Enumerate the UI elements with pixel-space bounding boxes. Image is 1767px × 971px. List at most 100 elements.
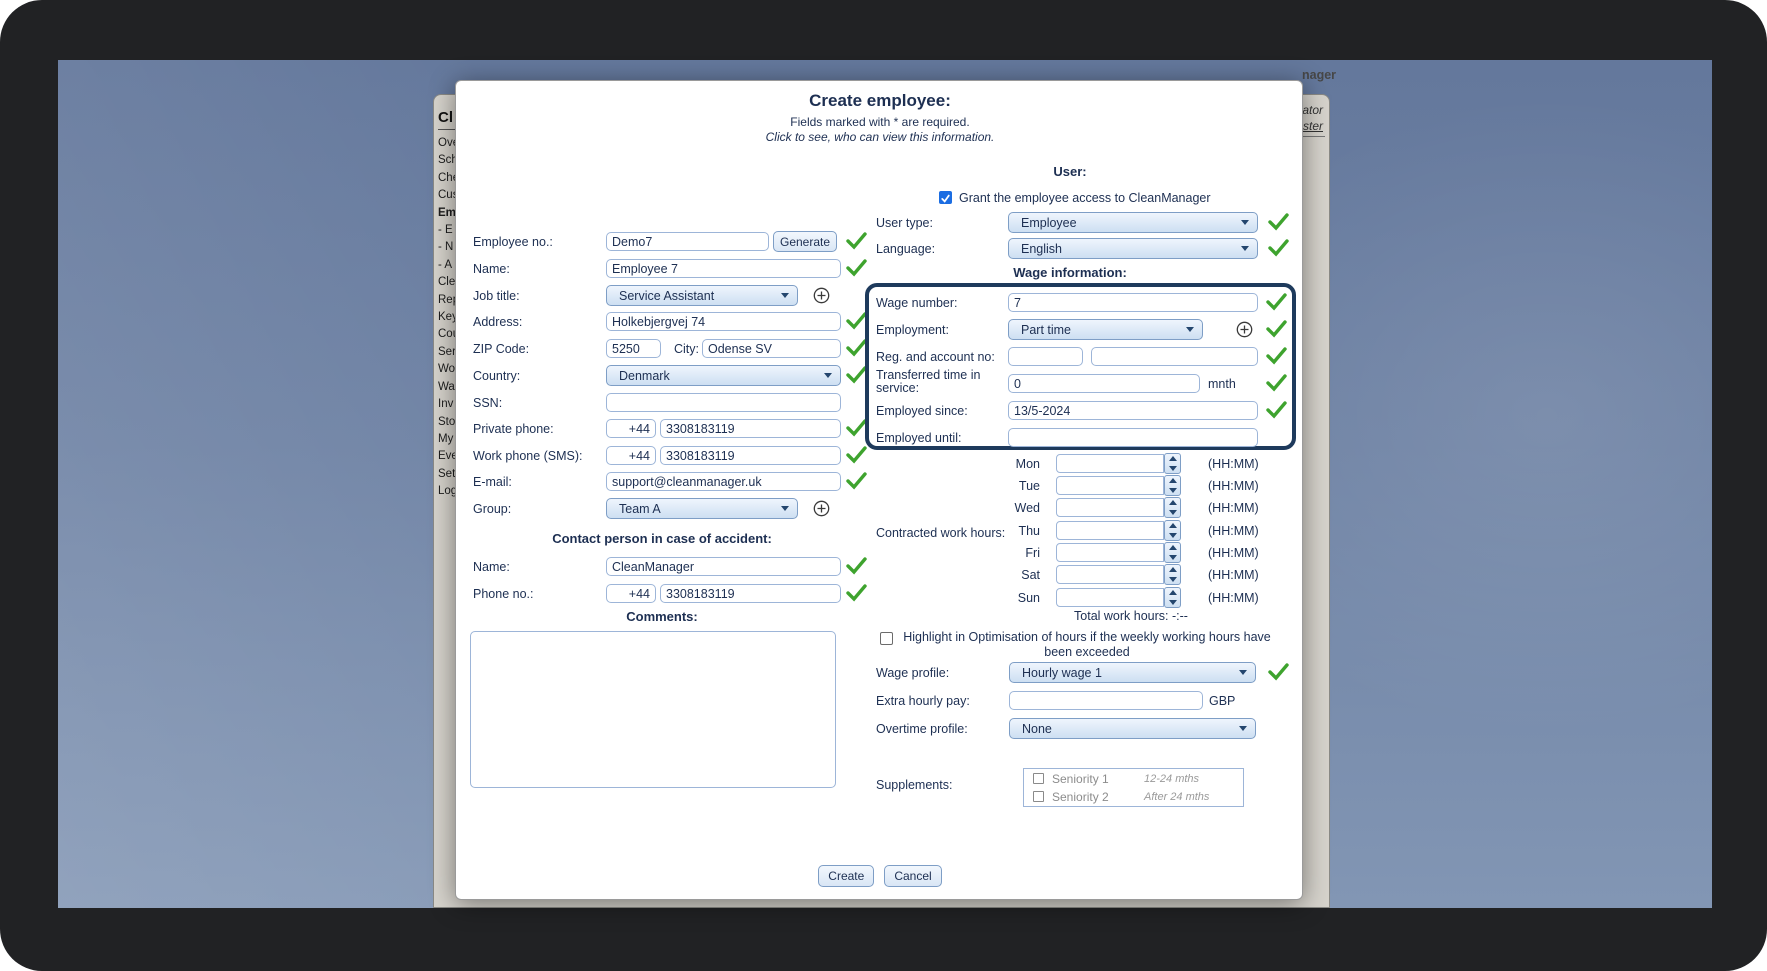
private-phone-input[interactable] xyxy=(660,419,841,438)
highlight-optimisation-checkbox[interactable] xyxy=(880,632,893,645)
job-title-value: Service Assistant xyxy=(619,288,715,303)
account-no-input[interactable] xyxy=(1091,347,1258,366)
step-up-icon[interactable] xyxy=(1168,456,1177,462)
hours-stepper-mon[interactable] xyxy=(1164,453,1181,474)
step-down-icon[interactable] xyxy=(1168,509,1177,515)
chevron-down-icon xyxy=(1186,327,1194,332)
seniority-1-label: Seniority 1 xyxy=(1052,772,1109,786)
private-phone-label: Private phone: xyxy=(473,422,554,436)
day-label-sun: Sun xyxy=(1017,591,1040,605)
hours-input-mon[interactable] xyxy=(1056,454,1164,473)
seniority-1-checkbox[interactable] xyxy=(1033,773,1044,784)
job-title-label: Job title: xyxy=(473,289,520,303)
zip-code-input[interactable] xyxy=(606,339,661,358)
work-phone-prefix-input[interactable] xyxy=(606,446,656,465)
step-down-icon[interactable] xyxy=(1168,487,1177,493)
format-hint: (HH:MM) xyxy=(1208,479,1259,493)
chevron-down-icon xyxy=(1241,246,1249,251)
address-input[interactable] xyxy=(606,312,841,331)
account-link-fragment[interactable]: ster xyxy=(1303,119,1323,133)
day-label-tue: Tue xyxy=(1018,479,1040,493)
hours-input-sat[interactable] xyxy=(1056,565,1164,584)
create-button[interactable]: Create xyxy=(818,865,875,887)
hours-stepper-sat[interactable] xyxy=(1164,564,1181,585)
day-label-thu: Thu xyxy=(1018,524,1040,538)
add-job-title-icon[interactable] xyxy=(813,287,830,304)
user-type-value: Employee xyxy=(1021,215,1077,230)
step-up-icon[interactable] xyxy=(1168,590,1177,596)
name-input[interactable] xyxy=(606,259,841,278)
generate-button[interactable]: Generate xyxy=(773,231,837,252)
overtime-profile-dropdown[interactable]: None xyxy=(1009,718,1256,739)
user-type-dropdown[interactable]: Employee xyxy=(1008,212,1258,233)
valid-check-icon xyxy=(1266,374,1288,392)
step-up-icon[interactable] xyxy=(1168,500,1177,506)
step-down-icon[interactable] xyxy=(1168,532,1177,538)
email-input[interactable] xyxy=(606,472,841,491)
email-label: E-mail: xyxy=(473,475,512,489)
hours-input-tue[interactable] xyxy=(1056,476,1164,495)
hours-stepper-fri[interactable] xyxy=(1164,542,1181,563)
seniority-2-checkbox[interactable] xyxy=(1033,791,1044,802)
step-up-icon[interactable] xyxy=(1168,545,1177,551)
reg-no-input[interactable] xyxy=(1008,347,1083,366)
overtime-profile-label: Overtime profile: xyxy=(876,722,968,736)
step-up-icon[interactable] xyxy=(1168,523,1177,529)
hours-input-wed[interactable] xyxy=(1056,498,1164,517)
hours-stepper-thu[interactable] xyxy=(1164,520,1181,541)
hours-stepper-wed[interactable] xyxy=(1164,497,1181,518)
wage-profile-dropdown[interactable]: Hourly wage 1 xyxy=(1009,662,1256,683)
step-up-icon[interactable] xyxy=(1168,478,1177,484)
step-down-icon[interactable] xyxy=(1168,599,1177,605)
create-employee-modal: Create employee: Fields marked with * ar… xyxy=(455,80,1303,900)
day-label-mon: Mon xyxy=(1015,457,1040,471)
step-down-icon[interactable] xyxy=(1168,576,1177,582)
job-title-dropdown[interactable]: Service Assistant xyxy=(606,285,798,306)
add-group-icon[interactable] xyxy=(813,500,830,517)
transferred-time-unit: mnth xyxy=(1208,377,1236,391)
contact-phone-input[interactable] xyxy=(660,584,841,603)
hours-input-thu[interactable] xyxy=(1056,521,1164,540)
employment-dropdown[interactable]: Part time xyxy=(1008,319,1203,340)
private-phone-prefix-input[interactable] xyxy=(606,419,656,438)
work-phone-input[interactable] xyxy=(660,446,841,465)
role-text-fragment: ator xyxy=(1302,103,1323,117)
ssn-label: SSN: xyxy=(473,396,503,410)
employed-until-input[interactable] xyxy=(1008,428,1258,447)
city-input[interactable] xyxy=(702,339,841,358)
group-dropdown[interactable]: Team A xyxy=(606,498,798,519)
ssn-input[interactable] xyxy=(606,393,841,412)
comments-header: Comments: xyxy=(626,609,698,624)
grant-access-checkbox[interactable] xyxy=(939,191,952,204)
employed-since-input[interactable] xyxy=(1008,401,1258,420)
language-dropdown[interactable]: English xyxy=(1008,238,1258,259)
contracted-hours-label: Contracted work hours: xyxy=(876,526,1006,540)
extra-hourly-pay-label: Extra hourly pay: xyxy=(876,694,970,708)
extra-hourly-pay-input[interactable] xyxy=(1009,691,1203,710)
city-label: City: xyxy=(674,342,699,356)
valid-check-icon xyxy=(846,312,868,330)
country-dropdown[interactable]: Denmark xyxy=(606,365,841,386)
step-down-icon[interactable] xyxy=(1168,554,1177,560)
currency-label: GBP xyxy=(1209,694,1236,708)
employed-until-label: Employed until: xyxy=(876,431,962,445)
country-label: Country: xyxy=(473,369,521,383)
valid-check-icon xyxy=(846,446,868,464)
transferred-time-input[interactable] xyxy=(1008,374,1200,393)
contact-phone-prefix-input[interactable] xyxy=(606,584,656,603)
add-employment-icon[interactable] xyxy=(1236,321,1253,338)
employee-no-input[interactable] xyxy=(606,232,769,251)
step-up-icon[interactable] xyxy=(1168,567,1177,573)
hours-input-sun[interactable] xyxy=(1056,588,1164,607)
step-down-icon[interactable] xyxy=(1168,465,1177,471)
user-type-label: User type: xyxy=(876,216,933,230)
transferred-time-label: Transferred time in service: xyxy=(876,368,981,395)
hours-stepper-sun[interactable] xyxy=(1164,587,1181,608)
hours-input-fri[interactable] xyxy=(1056,543,1164,562)
cancel-button[interactable]: Cancel xyxy=(884,865,942,887)
comments-textarea[interactable] xyxy=(470,631,836,788)
contact-name-input[interactable] xyxy=(606,557,841,576)
hours-stepper-tue[interactable] xyxy=(1164,475,1181,496)
visibility-info-link[interactable]: Click to see, who can view this informat… xyxy=(456,130,1304,144)
wage-number-input[interactable] xyxy=(1008,293,1258,312)
